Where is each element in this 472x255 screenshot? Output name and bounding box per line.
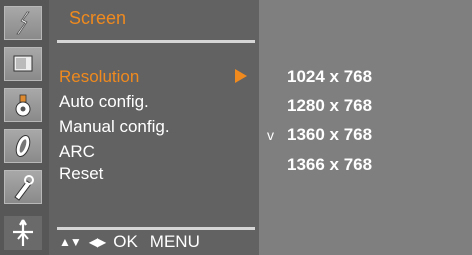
menu-item-resolution[interactable]: Resolution <box>59 67 247 87</box>
menu-item-label: Reset <box>59 164 104 183</box>
title-divider <box>57 40 255 43</box>
menu-panel: Screen Resolution Auto config. Manual co… <box>49 0 259 255</box>
footer-divider <box>57 227 255 230</box>
screen-icon[interactable] <box>4 216 42 250</box>
menu-item-auto-config[interactable]: Auto config. <box>59 92 149 112</box>
left-right-arrows-icon: ◀▶ <box>88 235 106 249</box>
picture-icon[interactable] <box>4 6 42 40</box>
resolution-option[interactable]: 1024 x 768 <box>287 67 372 87</box>
triangle-right-icon <box>235 69 247 83</box>
menu-item-reset[interactable]: Reset <box>59 164 103 184</box>
menu-item-label: Resolution <box>59 67 140 86</box>
footer-hints: ▲▼ ◀▶ OK MENU <box>59 232 200 252</box>
lock-icon[interactable] <box>4 170 42 204</box>
resolution-option-selected[interactable]: 1360 x 768 <box>287 125 372 145</box>
time-icon[interactable] <box>4 88 42 122</box>
menu-title: Screen <box>69 8 127 28</box>
sound-icon[interactable] <box>4 47 42 81</box>
menu-item-label: Auto config. <box>59 92 149 111</box>
resolution-option[interactable]: 1366 x 768 <box>287 155 372 175</box>
menu-item-arc[interactable]: ARC <box>59 142 95 162</box>
menu-item-manual-config[interactable]: Manual config. <box>59 117 170 137</box>
resolution-submenu: 1024 x 768 1280 x 768 v 1360 x 768 1366 … <box>259 0 472 255</box>
resolution-option[interactable]: 1280 x 768 <box>287 96 372 116</box>
menu-item-label: ARC <box>59 142 95 161</box>
ok-hint: OK <box>113 232 138 251</box>
menu-hint: MENU <box>149 232 200 251</box>
option-icon[interactable] <box>4 129 42 163</box>
menu-item-label: Manual config. <box>59 117 170 136</box>
selected-check-icon: v <box>267 127 274 143</box>
up-down-arrows-icon: ▲▼ <box>59 235 82 249</box>
sidebar <box>0 0 49 255</box>
